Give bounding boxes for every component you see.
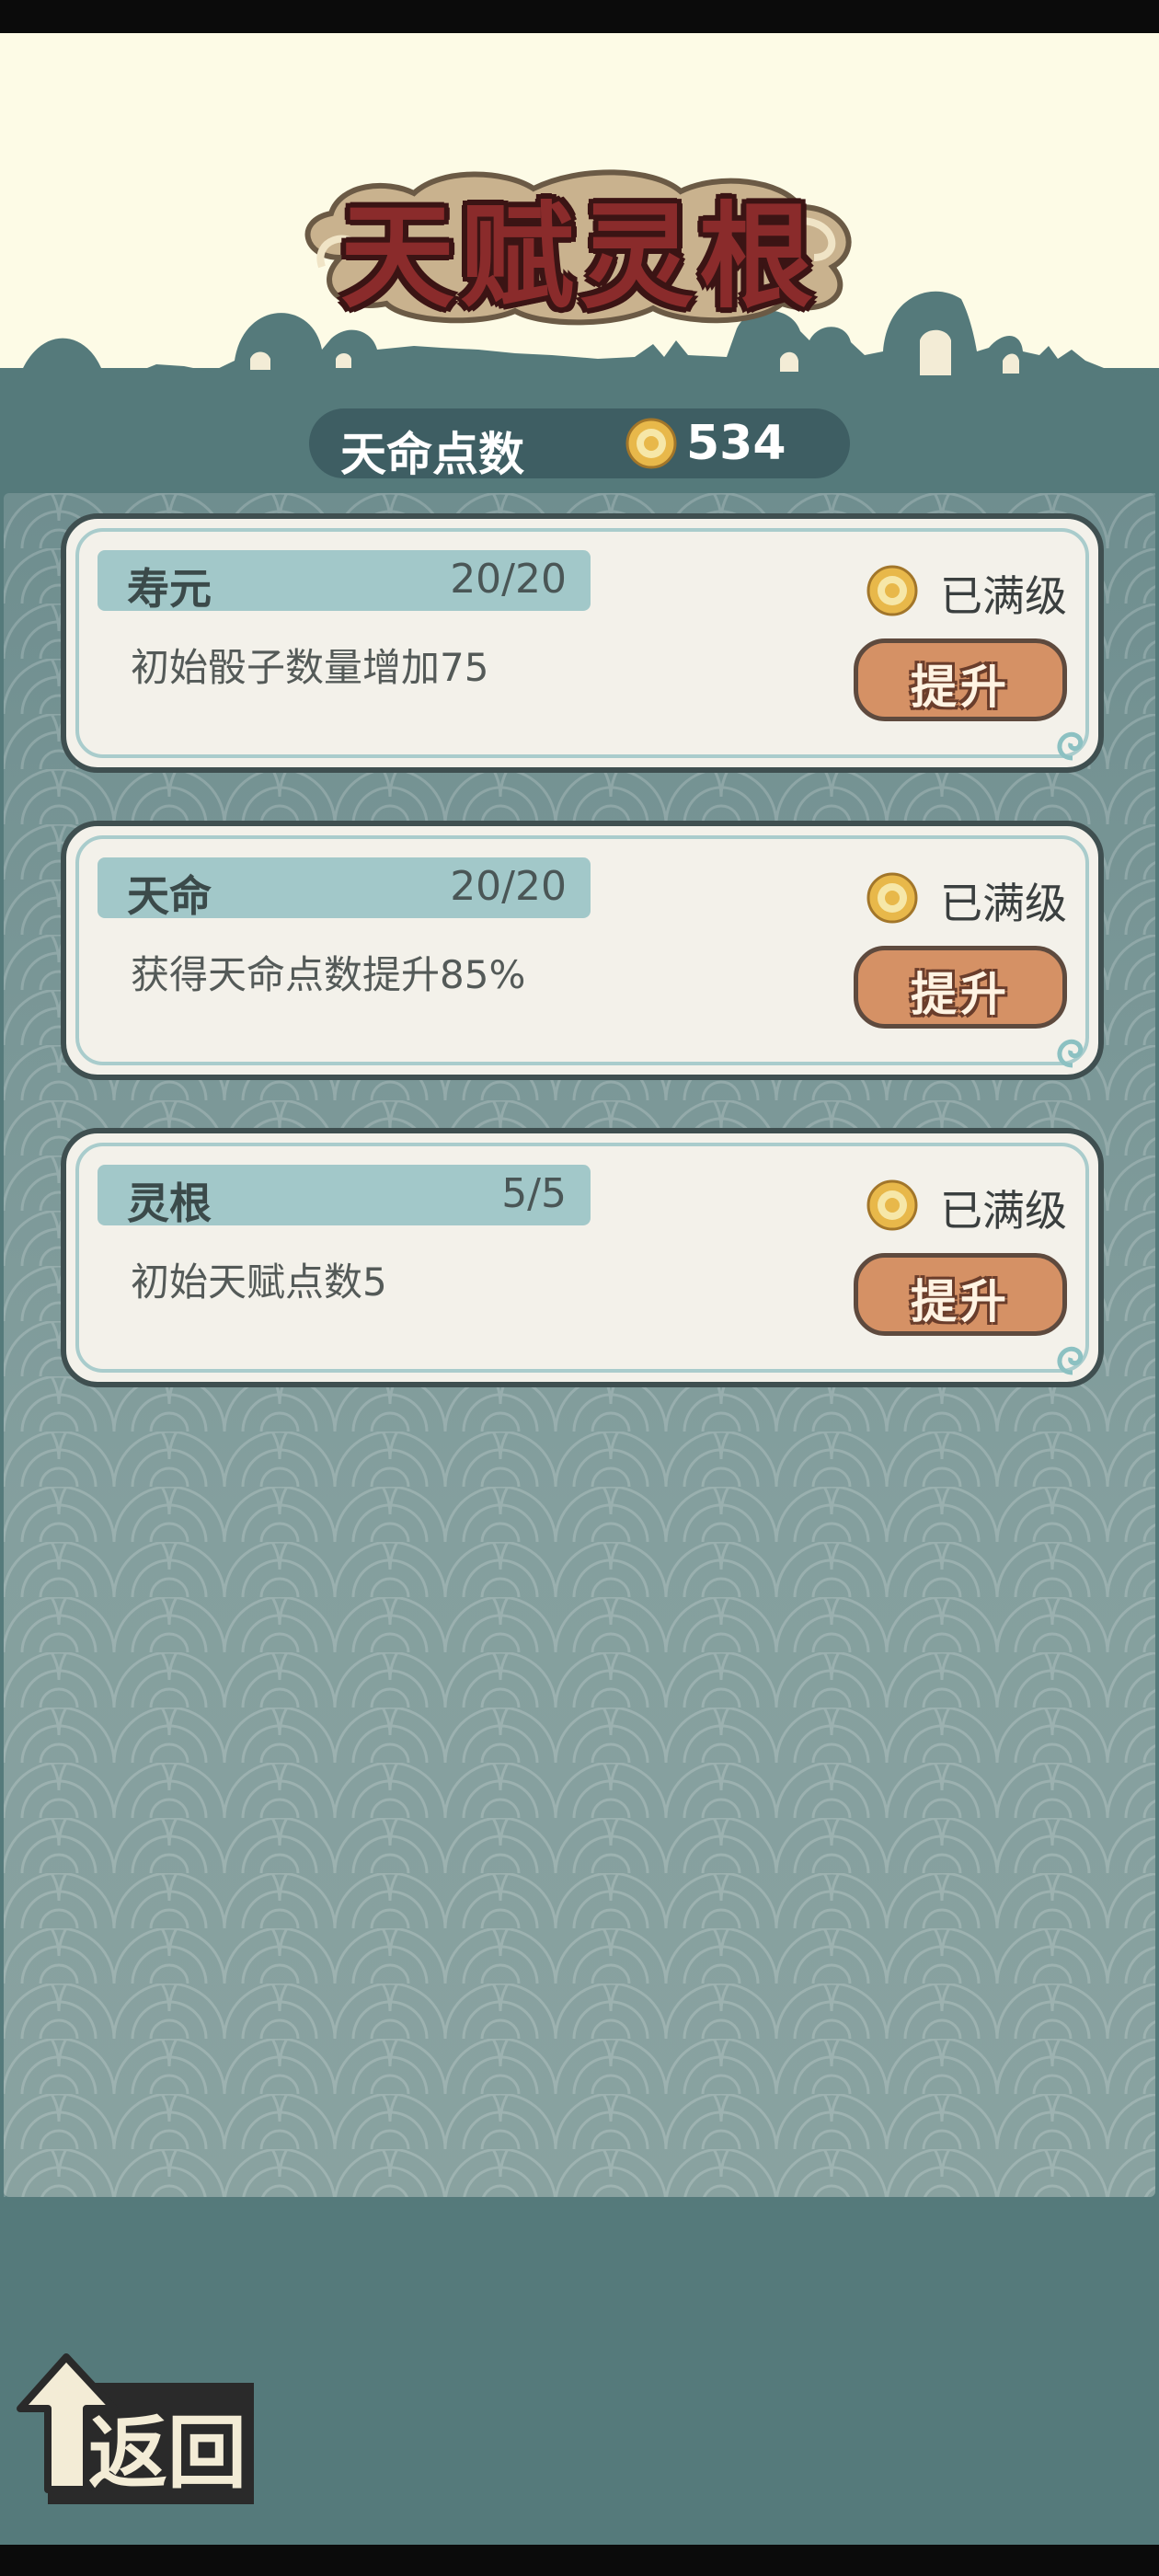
points-label: 天命点数	[340, 428, 524, 481]
upgrade-button[interactable]: 提升	[854, 946, 1067, 1029]
talent-card-lifespan: 寿元 20/20 初始骰子数量增加75 已满级 提升	[61, 513, 1104, 773]
talent-card-destiny: 天命 20/20 获得天命点数提升85% 已满级 提升	[61, 821, 1104, 1080]
upgrade-button-label: 提升	[911, 1275, 1010, 1328]
coin-icon	[866, 1179, 918, 1231]
back-button[interactable]: 返回	[11, 2352, 256, 2504]
coin-icon	[866, 872, 918, 924]
max-level-status: 已满级	[940, 879, 1067, 928]
upgrade-button-label: 提升	[911, 661, 1010, 714]
coin-icon	[866, 565, 918, 616]
upgrade-button-label: 提升	[911, 968, 1010, 1021]
talent-card-spirit-root: 灵根 5/5 初始天赋点数5 已满级 提升	[61, 1128, 1104, 1387]
talent-name: 寿元	[127, 564, 212, 614]
talent-level: 5/5	[501, 1170, 567, 1217]
title-banner: 天赋灵根	[285, 156, 874, 331]
talent-description: 初始天赋点数5	[131, 1259, 387, 1305]
talent-level: 20/20	[450, 556, 567, 603]
talent-panel: 寿元 20/20 初始骰子数量增加75 已满级 提升 天命 20/20 获得天命…	[4, 493, 1155, 2197]
talent-name: 灵根	[127, 1179, 212, 1228]
swirl-icon	[1057, 731, 1084, 761]
swirl-icon	[1057, 1039, 1084, 1068]
talent-header: 灵根 5/5	[98, 1165, 591, 1228]
coin-icon	[625, 418, 677, 469]
talent-description: 获得天命点数提升85%	[131, 952, 526, 997]
back-label: 返回	[88, 2408, 247, 2500]
talent-header: 天命 20/20	[98, 857, 591, 921]
destiny-points-bar: 天命点数 534	[309, 408, 850, 481]
navigation-bar	[0, 2545, 1159, 2576]
max-level-status: 已满级	[940, 571, 1067, 621]
max-level-status: 已满级	[940, 1186, 1067, 1236]
page-title: 天赋灵根	[339, 191, 819, 324]
upgrade-button[interactable]: 提升	[854, 1253, 1067, 1336]
talent-name: 天命	[127, 871, 212, 921]
upgrade-button[interactable]: 提升	[854, 638, 1067, 721]
talent-description: 初始骰子数量增加75	[131, 645, 489, 690]
status-bar	[0, 0, 1159, 33]
talent-level: 20/20	[450, 863, 567, 910]
talent-header: 寿元 20/20	[98, 550, 591, 614]
swirl-icon	[1057, 1346, 1084, 1375]
points-value: 534	[686, 416, 786, 471]
